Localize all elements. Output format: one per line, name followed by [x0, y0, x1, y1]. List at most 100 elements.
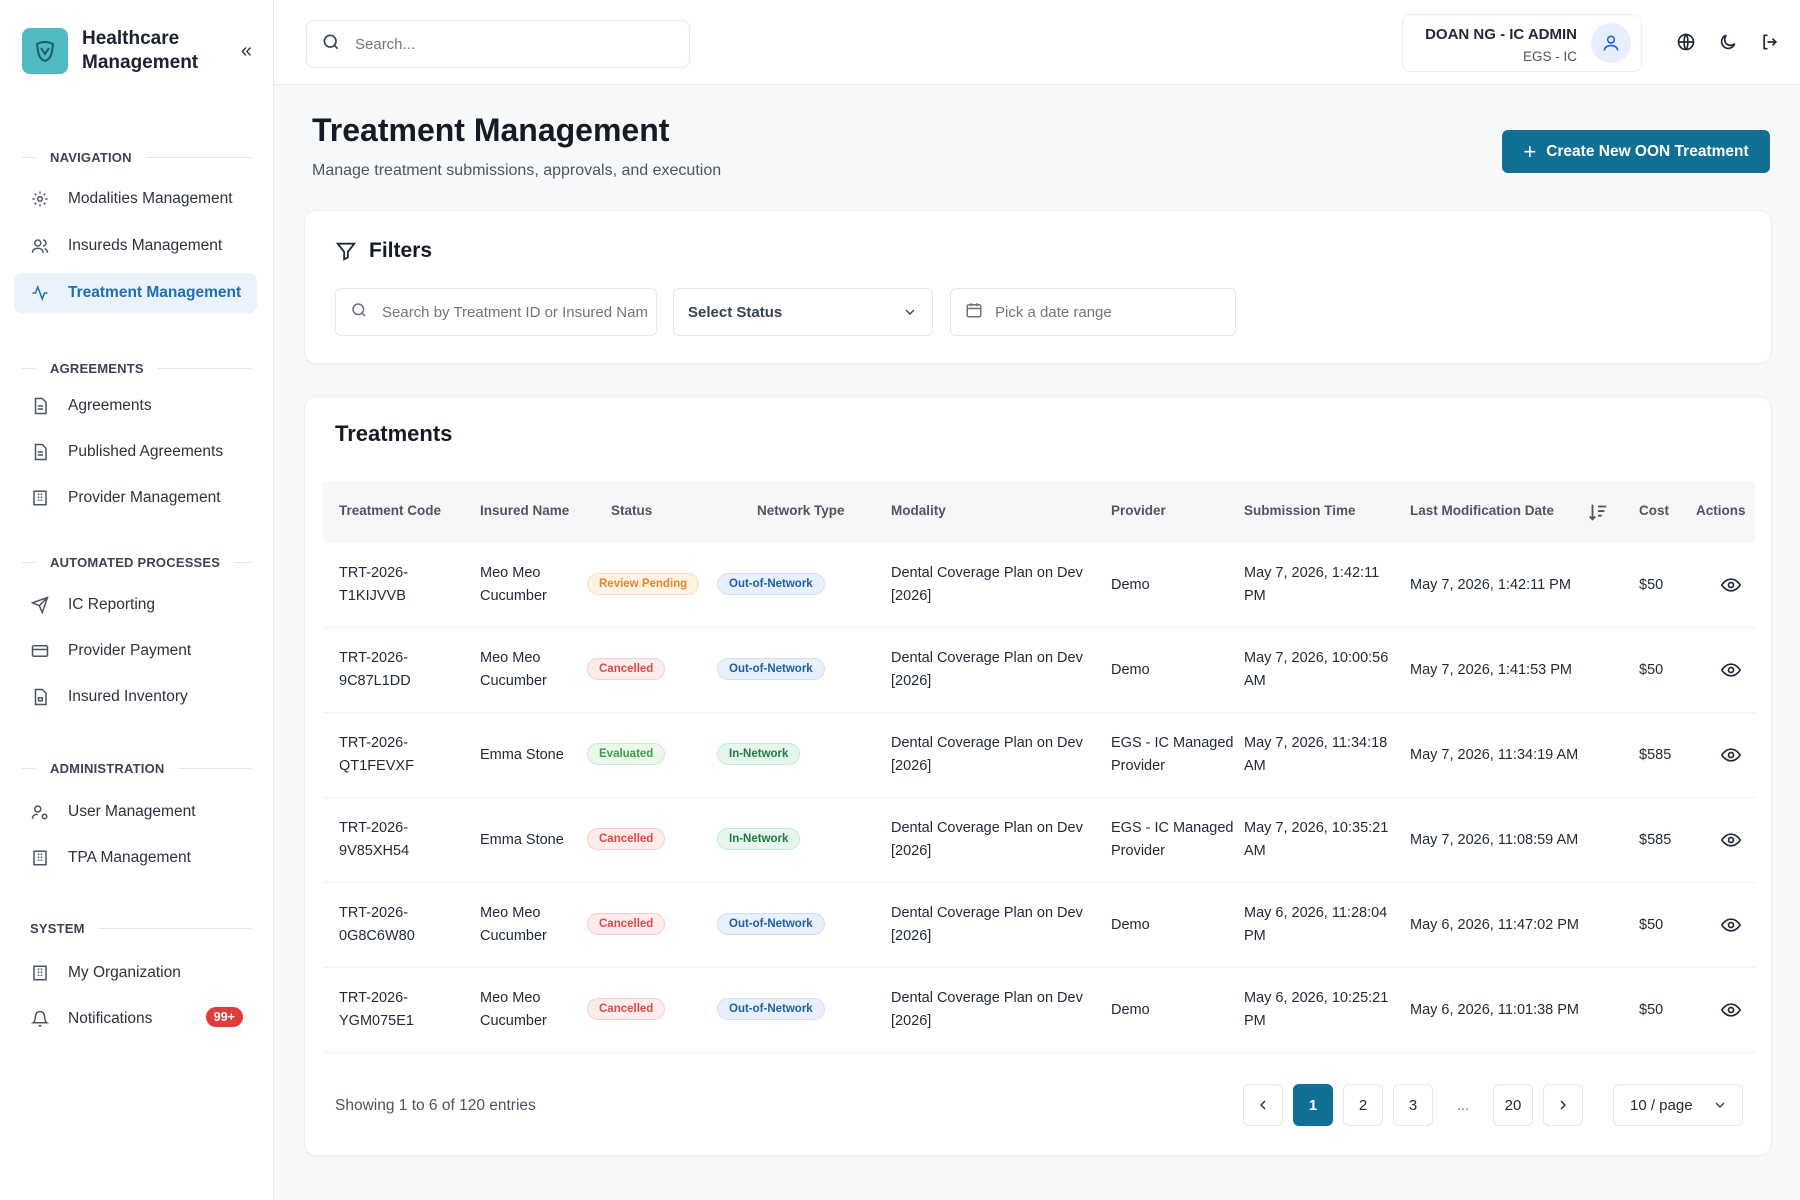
logout-icon[interactable]: [1758, 30, 1782, 54]
sidebar-item-ic-reporting[interactable]: IC Reporting: [14, 585, 257, 625]
modality-line: Dental Coverage Plan on Dev: [891, 990, 1083, 1006]
avatar[interactable]: [1591, 23, 1631, 63]
th-submission-time[interactable]: Submission Time: [1244, 503, 1356, 518]
status-select-value: Select Status: [688, 303, 783, 321]
user-name: DOAN NG - IC ADMIN: [1425, 26, 1577, 43]
th-network-type[interactable]: Network Type: [757, 503, 845, 518]
user-menu[interactable]: DOAN NG - IC ADMIN EGS - IC: [1402, 14, 1642, 72]
insured-name-line: Cucumber: [480, 588, 547, 604]
view-eye-icon[interactable]: [1721, 660, 1741, 680]
provider: Demo: [1111, 659, 1150, 682]
collapse-sidebar-icon[interactable]: «: [241, 40, 252, 63]
insured-name-line: Emma Stone: [480, 747, 564, 763]
date-range-picker[interactable]: [950, 288, 1236, 336]
global-search[interactable]: [306, 20, 690, 68]
treatment-code: TRT-2026- YGM075E1: [339, 987, 414, 1033]
modality-line: Dental Coverage Plan on Dev: [891, 735, 1083, 751]
prev-page-button[interactable]: [1243, 1084, 1283, 1126]
sidebar-item-treatment[interactable]: Treatment Management: [14, 273, 257, 313]
status-badge: Cancelled: [587, 998, 666, 1020]
submission-time-line: PM: [1244, 588, 1266, 604]
sidebar-item-label: Insureds Management: [68, 237, 223, 254]
page-button-2[interactable]: 2: [1343, 1084, 1383, 1126]
insured-name: Emma Stone: [480, 744, 564, 767]
treatment-code: TRT-2026- 9C87L1DD: [339, 647, 411, 693]
section-navigation: NAVIGATION: [22, 150, 252, 165]
sidebar-item-tpa-management[interactable]: TPA Management: [14, 838, 257, 878]
sidebar-item-notifications[interactable]: Notifications 99+: [14, 999, 257, 1039]
view-eye-icon[interactable]: [1721, 745, 1741, 765]
view-eye-icon[interactable]: [1721, 915, 1741, 935]
view-eye-icon[interactable]: [1721, 1000, 1741, 1020]
user-icon: [1603, 35, 1619, 51]
sidebar-item-published-agreements[interactable]: Published Agreements: [14, 432, 257, 472]
section-title: AUTOMATED PROCESSES: [50, 555, 221, 570]
treatment-code-line: TRT-2026-: [339, 565, 409, 581]
page-button-3[interactable]: 3: [1393, 1084, 1433, 1126]
filter-icon: [335, 240, 357, 262]
th-status[interactable]: Status: [611, 503, 652, 518]
building-icon: [30, 963, 50, 983]
treatment-code-line: TRT-2026-: [339, 650, 409, 666]
sidebar-item-insureds[interactable]: Insureds Management: [14, 226, 257, 266]
sidebar-item-label: Treatment Management: [68, 284, 242, 301]
insured-name-line: Cucumber: [480, 673, 547, 689]
sidebar-item-modalities[interactable]: Modalities Management: [14, 179, 257, 219]
provider-line: Demo: [1111, 577, 1150, 593]
modality: Dental Coverage Plan on Dev [2026]: [891, 732, 1083, 778]
th-modality[interactable]: Modality: [891, 503, 946, 518]
brand-name: Healthcare Management: [82, 28, 199, 73]
insured-name-line: Meo Meo: [480, 990, 541, 1006]
status-select[interactable]: Select Status: [673, 288, 933, 336]
next-page-button[interactable]: [1543, 1084, 1583, 1126]
sidebar-item-label: Provider Management: [68, 489, 221, 506]
treatment-search-input[interactable]: [382, 303, 648, 321]
th-treatment-code[interactable]: Treatment Code: [339, 503, 441, 518]
users-icon: [30, 236, 50, 256]
th-last-modification[interactable]: Last Modification Date: [1410, 503, 1554, 518]
submission-time-line: PM: [1244, 928, 1266, 944]
sidebar-item-agreements[interactable]: Agreements: [14, 386, 257, 426]
treatment-search-field[interactable]: [335, 288, 657, 336]
insured-name: Meo Meo Cucumber: [480, 987, 547, 1033]
page-button-20[interactable]: 20: [1493, 1084, 1533, 1126]
network-badge: Out-of-Network: [717, 913, 825, 935]
treatment-code: TRT-2026- 0G8C6W80: [339, 902, 415, 948]
sidebar-item-my-organization[interactable]: My Organization: [14, 953, 257, 993]
sort-icon[interactable]: [1587, 501, 1609, 528]
view-eye-icon[interactable]: [1721, 575, 1741, 595]
create-oon-treatment-button[interactable]: + Create New OON Treatment: [1502, 130, 1770, 173]
modality-line: Dental Coverage Plan on Dev: [891, 650, 1083, 666]
sidebar-item-provider-management[interactable]: Provider Management: [14, 478, 257, 518]
insured-name: Meo Meo Cucumber: [480, 902, 547, 948]
date-range-input[interactable]: [995, 303, 1215, 321]
status-badge: Cancelled: [587, 828, 666, 850]
user-org: EGS - IC: [1522, 49, 1577, 64]
sidebar-item-provider-payment[interactable]: Provider Payment: [14, 631, 257, 671]
submission-time-line: AM: [1244, 758, 1266, 774]
network-badge: Out-of-Network: [717, 998, 825, 1020]
global-search-input[interactable]: [355, 35, 655, 53]
search-icon: [321, 32, 341, 57]
globe-icon[interactable]: [1674, 30, 1698, 54]
th-cost[interactable]: Cost: [1639, 503, 1669, 518]
section-title: NAVIGATION: [50, 150, 132, 165]
submission-time-line: May 6, 2026, 11:28:04: [1244, 905, 1388, 921]
page-button-1[interactable]: 1: [1293, 1084, 1333, 1126]
provider-line: EGS - IC Managed: [1111, 820, 1234, 836]
credit-card-icon: [30, 641, 50, 661]
page-subtitle: Manage treatment submissions, approvals,…: [312, 162, 722, 179]
sidebar-item-user-management[interactable]: User Management: [14, 792, 257, 832]
modality-line: [2026]: [891, 673, 932, 689]
provider-line: Demo: [1111, 662, 1150, 678]
th-provider[interactable]: Provider: [1111, 503, 1166, 518]
modality-line: [2026]: [891, 758, 932, 774]
submission-time: May 7, 2026, 10:00:56 AM: [1244, 647, 1388, 693]
th-insured-name[interactable]: Insured Name: [480, 503, 569, 518]
network-badge: Out-of-Network: [717, 658, 825, 680]
view-eye-icon[interactable]: [1721, 830, 1741, 850]
treatment-code: TRT-2026- T1KIJVVB: [339, 562, 408, 608]
moon-icon[interactable]: [1716, 30, 1740, 54]
page-size-select[interactable]: 10 / page: [1613, 1084, 1743, 1126]
sidebar-item-insured-inventory[interactable]: Insured Inventory: [14, 677, 257, 717]
